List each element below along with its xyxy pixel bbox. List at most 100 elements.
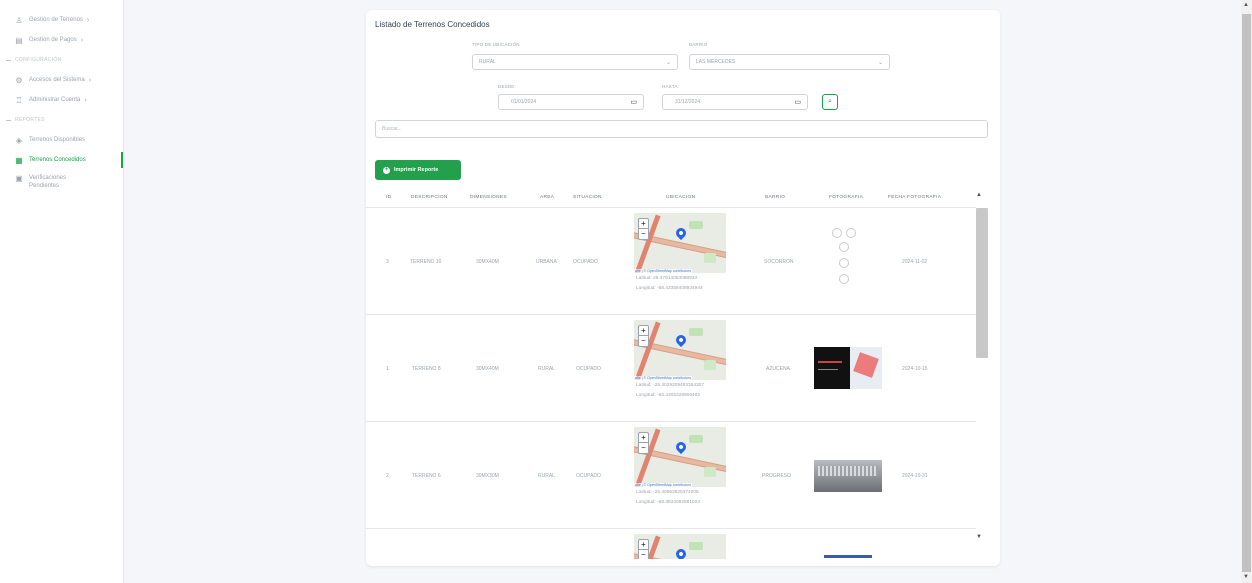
building-icon: ♙ — [15, 15, 23, 25]
map-zoom-control[interactable]: + − — [638, 432, 649, 454]
cell-longitud: Longitud: -56.4305328906482 — [636, 393, 701, 398]
zoom-out-icon[interactable]: − — [639, 443, 648, 453]
chevron-down-icon: ⌄ — [877, 60, 883, 66]
location-map[interactable]: + − afle | © OpenStreetMap contributors — [634, 213, 726, 273]
map-zoom-control[interactable]: + − — [638, 539, 649, 559]
sidebar: ♙ Gestión de Terrenos › ▤ Gestion de Pagos ›… — [0, 0, 124, 583]
tipo-ubicacion-label: TIPO DE UBICACIÓN — [472, 42, 520, 47]
sidebar-section-reportes: REPORTES — [0, 110, 123, 130]
col-id[interactable]: ID — [386, 195, 391, 200]
zoom-out-icon[interactable]: − — [639, 336, 648, 346]
sidebar-section-configuracion: CONFIGURACIÓN — [0, 50, 123, 70]
map-attribution[interactable]: afle | © OpenStreetMap contributors — [634, 483, 693, 487]
cell-longitud: Longitud: -56.43358408934944 — [636, 286, 703, 291]
cell-id: 2 — [386, 473, 389, 479]
cell-dimensiones: 30MX40M — [476, 259, 499, 265]
table-header: ID DESCRIPCION DIMENSIONES AREA SITUACIO… — [366, 188, 976, 208]
cell-fecha: 2024-10-31 — [902, 473, 928, 479]
col-area[interactable]: AREA — [540, 195, 554, 200]
photo-thumbnail[interactable] — [814, 460, 882, 492]
cell-fecha: 2024-11-02 — [902, 259, 928, 265]
col-dimensiones[interactable]: DIMENSIONES — [470, 195, 507, 200]
map-attribution[interactable]: afle | © OpenStreetMap contributors — [634, 269, 693, 273]
sidebar-item-administrar-cuenta[interactable]: ♖ Administrar Cuenta › — [0, 90, 123, 110]
map-pin-icon — [673, 332, 689, 348]
calendar-icon[interactable]: ▭ — [630, 98, 637, 106]
location-map[interactable]: + − — [634, 534, 726, 559]
map-attribution[interactable]: afle | © OpenStreetMap contributors — [634, 376, 693, 380]
sidebar-item-terrenos-disponibles[interactable]: ◈ Terrenos Disponibles — [0, 130, 123, 150]
cell-area: RURAL — [538, 473, 555, 479]
page-scrollbar[interactable] — [1242, 14, 1251, 572]
cell-situacion: OCUPADO — [576, 473, 601, 479]
location-map[interactable]: + − afle | © OpenStreetMap contributors — [634, 427, 726, 487]
cell-descripcion: TERRENO 8 — [412, 366, 441, 372]
table-scroll-up-icon[interactable]: ▲ — [976, 192, 982, 198]
sidebar-item-accesos[interactable]: ⚙ Accesos del Sistema › — [0, 70, 123, 90]
search-input[interactable]: Buscar... — [375, 120, 988, 138]
zoom-in-icon[interactable]: + — [639, 326, 648, 336]
photo-thumbnail[interactable] — [814, 347, 882, 389]
zoom-in-icon[interactable]: + — [639, 219, 648, 229]
zoom-out-icon[interactable]: − — [639, 229, 648, 239]
col-fecha-fotografia[interactable]: FECHA FOTOGRAFIA — [888, 195, 941, 200]
col-fotografia[interactable]: FOTOGRAFIA — [829, 195, 863, 200]
chevron-down-icon: ⌄ — [665, 60, 671, 66]
zoom-out-icon[interactable]: − — [639, 550, 648, 559]
print-report-button[interactable]: + Imprimir Reporte — [375, 160, 461, 180]
sidebar-item-gestion-pagos[interactable]: ▤ Gestion de Pagos › — [0, 30, 123, 50]
table-row[interactable]: 2 TERRENO 6 30MX30M RURAL OCUPADO + − afl… — [366, 422, 976, 529]
gear-icon: ⚙ — [15, 75, 23, 85]
sidebar-item-gestion-terrenos[interactable]: ♙ Gestión de Terrenos › — [0, 10, 123, 30]
cell-dimensiones: 30MX40M — [476, 366, 499, 372]
calendar-icon[interactable]: ▭ — [794, 98, 801, 106]
chevron-right-icon: › — [86, 16, 90, 24]
table-scroll-down-icon[interactable]: ▼ — [976, 534, 982, 540]
desde-date-input[interactable]: 01/01/2024 ▭ — [498, 94, 644, 110]
clipboard-icon: ▣ — [15, 174, 23, 183]
table-row[interactable]: 1 TERRENO 8 30MX40M RURAL OCUPADO + − afl… — [366, 315, 976, 422]
cell-id: 3 — [386, 259, 389, 265]
page-title: Listado de Terrenos Concedidos — [375, 20, 490, 29]
cell-latitud: Latitud: 25.47914053068933 — [636, 276, 698, 281]
barrio-select[interactable]: LAS MERCEDES ⌄ — [689, 54, 890, 70]
zoom-in-icon[interactable]: + — [639, 540, 648, 550]
grid-icon: ▦ — [15, 155, 23, 165]
search-icon: ⌕ — [828, 98, 832, 105]
chevron-right-icon: › — [84, 96, 87, 104]
cell-area: RURAL — [538, 366, 555, 372]
col-barrio[interactable]: BARRIO — [765, 195, 785, 200]
map-zoom-control[interactable]: + − — [638, 218, 649, 240]
hasta-date-input[interactable]: 31/12/2024 ▭ — [662, 94, 808, 110]
table-row[interactable]: 3 TERRENO 10 30MX40M URBANA OCUPADO + − a… — [366, 208, 976, 315]
sidebar-item-terrenos-concedidos[interactable]: ▦ Terrenos Concedidos — [0, 150, 123, 170]
cell-descripcion: TERRENO 10 — [410, 259, 442, 265]
photo-thumbnail[interactable] — [824, 555, 872, 558]
cell-latitud: Latitud: -25.40963825374005 — [636, 490, 699, 495]
zoom-in-icon[interactable]: + — [639, 433, 648, 443]
col-descripcion[interactable]: DESCRIPCION — [411, 195, 448, 200]
cell-barrio: AZUCENA — [766, 366, 790, 372]
table-row[interactable]: + − — [366, 529, 976, 559]
report-card: Listado de Terrenos Concedidos TIPO DE U… — [366, 10, 1000, 566]
col-ubicacion[interactable]: UBICACION — [666, 195, 695, 200]
map-pin-icon — [673, 225, 689, 241]
table-scrollbar[interactable] — [976, 208, 988, 358]
page-scroll-down-icon[interactable]: ▼ — [1243, 574, 1249, 580]
photo-thumbnail[interactable] — [832, 228, 862, 292]
plus-circle-icon: + — [383, 166, 390, 174]
location-map[interactable]: + − afle | © OpenStreetMap contributors — [634, 320, 726, 380]
filter-search-button[interactable]: ⌕ — [822, 94, 838, 110]
tipo-ubicacion-select[interactable]: RURAL ⌄ — [472, 54, 678, 70]
card-icon: ▤ — [15, 35, 23, 45]
map-pin-icon — [673, 439, 689, 455]
page-scroll-up-icon[interactable]: ▲ — [1243, 2, 1249, 8]
chevron-right-icon: › — [88, 76, 92, 84]
sidebar-item-verificaciones[interactable]: ▣ Verificaciones Pendientes — [0, 170, 123, 198]
cell-barrio: SOCORRON — [764, 259, 794, 265]
col-situacion[interactable]: SITUACION — [573, 195, 602, 200]
map-zoom-control[interactable]: + − — [638, 325, 649, 347]
barrio-label: BARRIO — [689, 42, 708, 47]
chevron-right-icon: › — [80, 36, 84, 44]
cell-situacion: OCUPADO — [573, 259, 598, 265]
